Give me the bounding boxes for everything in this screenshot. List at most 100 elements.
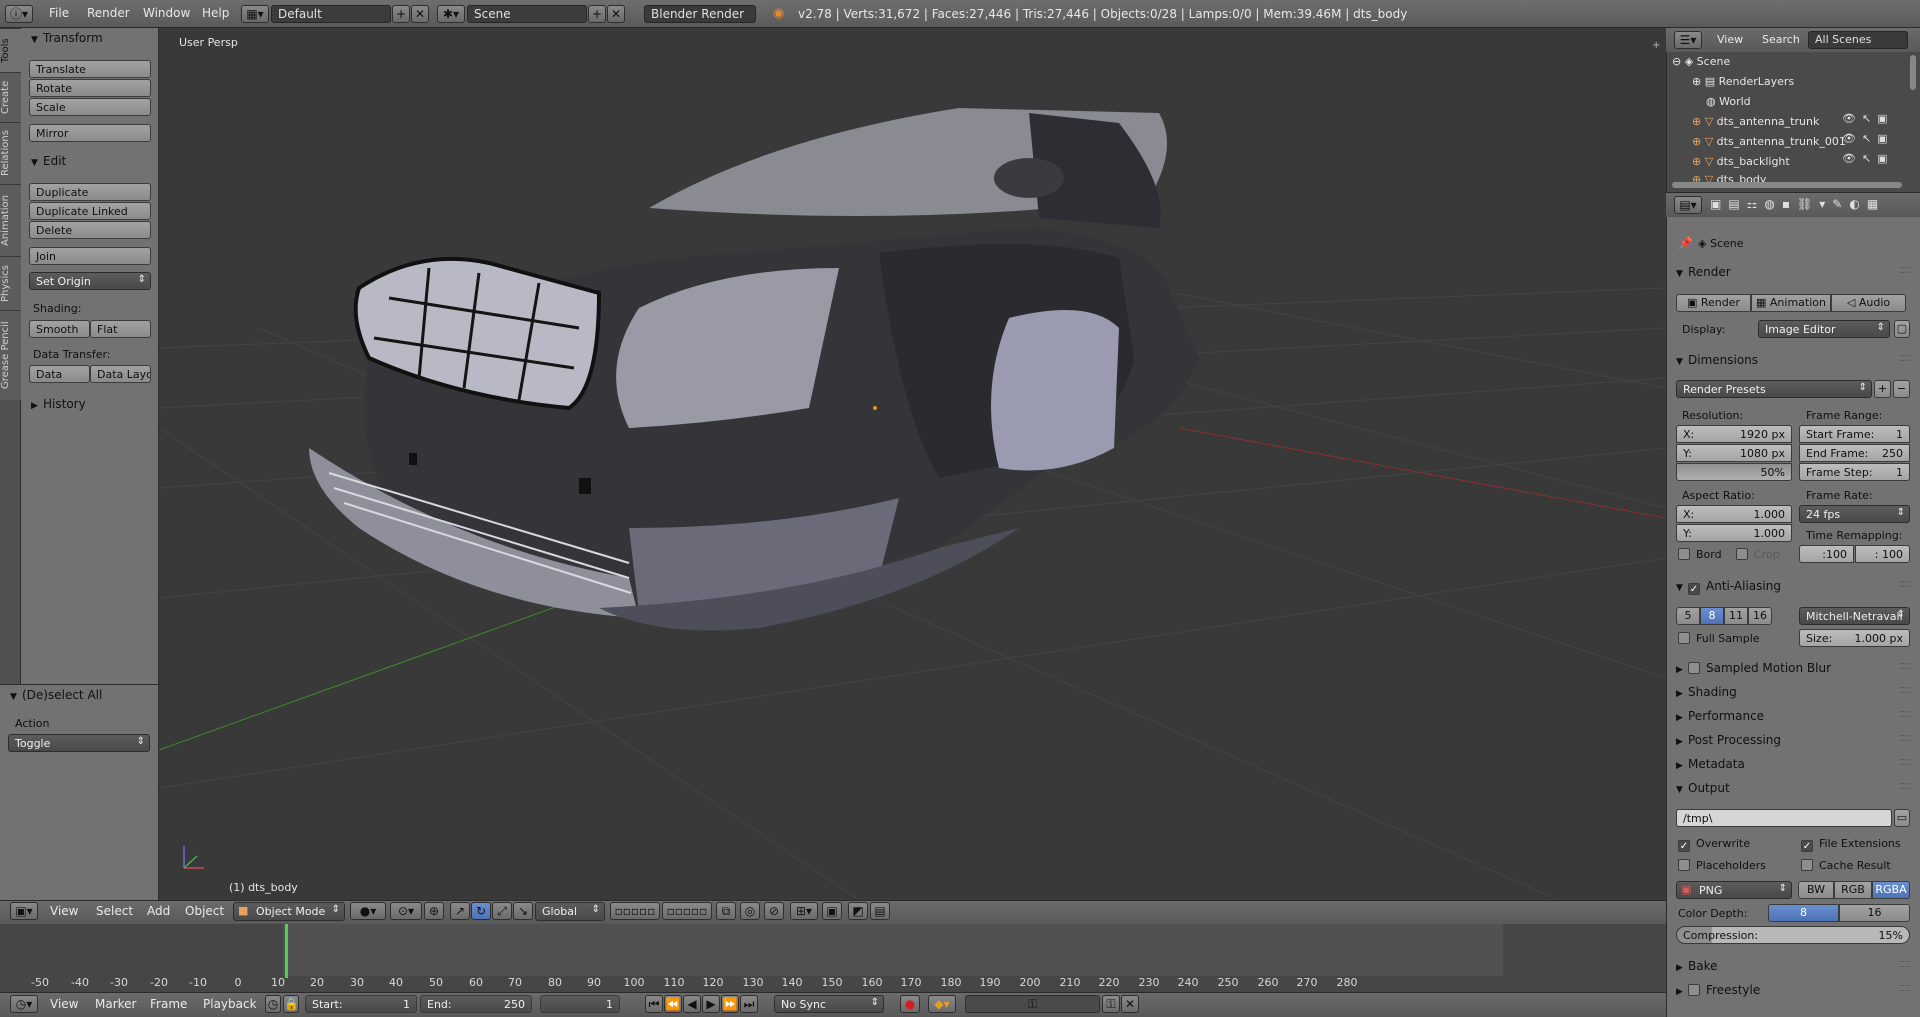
delete-keyframe-icon[interactable]: ✕ [1121,995,1139,1013]
jump-key-back-icon[interactable]: ⏪ [664,995,682,1013]
menu-window[interactable]: Window [143,6,190,20]
menu-add[interactable]: Add [147,904,170,918]
playhead[interactable] [285,924,288,978]
rotate-button[interactable]: Rotate [29,79,151,97]
menu-tl-view[interactable]: View [50,997,78,1011]
tab-physics[interactable]: Physics [0,256,21,310]
timeline-area[interactable]: -50 -40 -30 -20 -10 0 10 20 30 40 50 60 70 80 90 100 110… [0,924,1666,992]
visibility-eye-icon[interactable]: 👁↖▣ [1842,112,1894,125]
render-still-icon[interactable]: ◩ [848,902,868,920]
operator-panel-header[interactable]: ▼ (De)select All [0,685,159,705]
preview-range-icon[interactable]: ◷ [265,995,281,1013]
lock-range-icon[interactable]: 🔒 [283,995,299,1013]
keying-icon[interactable]: ◆▾ [928,995,956,1013]
manip-extra-icon[interactable]: ↘ [513,902,533,920]
snap-icon[interactable]: ⊘ [764,902,784,920]
menu-object[interactable]: Object [185,904,224,918]
scale-manip-icon[interactable]: ⤢ [492,902,512,920]
duplicate-button[interactable]: Duplicate [29,183,151,201]
visibility-eye-icon[interactable]: 👁↖▣ [1842,152,1894,165]
play-reverse-icon[interactable]: ◀ [683,995,701,1013]
menu-playback[interactable]: Playback [203,997,257,1011]
set-origin-dropdown[interactable]: Set Origin [29,272,151,290]
translate-button[interactable]: Translate [29,60,151,78]
join-button[interactable]: Join [29,247,151,265]
delete-button[interactable]: Delete [29,221,151,239]
outliner-row-world[interactable]: ◍ World [1706,92,1920,112]
menu-render[interactable]: Render [87,6,130,20]
add-scene-icon[interactable]: + [588,5,606,23]
region-toggle-icon[interactable]: + [1652,40,1660,51]
current-frame-field[interactable]: 1 [540,995,620,1013]
layout-grid-icon[interactable]: ▦▾ [241,5,269,23]
end-frame-field[interactable]: End: 250 [420,995,532,1013]
outliner-row-body[interactable]: ⊕ ▽ dts_body [1692,170,1920,182]
menu-file[interactable]: File [49,6,69,20]
scene-field[interactable]: Scene [467,5,587,23]
menu-frame[interactable]: Frame [150,997,187,1011]
data-button[interactable]: Data [29,365,90,383]
start-frame-field[interactable]: Start: 1 [305,995,417,1013]
visibility-eye-icon[interactable]: 👁↖▣ [1842,132,1894,145]
tab-animation[interactable]: Animation [0,184,21,256]
outliner-filter-dropdown[interactable]: All Scenes [1808,31,1908,49]
duplicate-linked-button[interactable]: Duplicate Linked [29,202,151,220]
jump-end-icon[interactable]: ⏭ [740,995,758,1013]
editor-type-3d-icon[interactable]: ▣▾ [10,902,38,920]
tab-create[interactable]: Create [0,72,21,122]
flat-button[interactable]: Flat [90,320,151,338]
menu-outliner-view[interactable]: View [1717,33,1743,46]
add-layout-icon[interactable]: + [392,5,410,23]
scene-icon[interactable]: ✱▾ [437,5,465,23]
tab-grease-pencil[interactable]: Grease Pencil [0,310,21,400]
data-layout-button[interactable]: Data Layo [90,365,151,383]
menu-view[interactable]: View [50,904,78,918]
action-dropdown[interactable]: Toggle [8,734,150,752]
scale-button[interactable]: Scale [29,98,151,116]
mode-dropdown[interactable]: Object Mode [233,902,345,921]
smooth-button[interactable]: Smooth [29,320,90,338]
jump-key-forward-icon[interactable]: ⏩ [721,995,739,1013]
outliner-row-renderlayers[interactable]: ⊕ ▤ RenderLayers [1692,72,1920,92]
play-icon[interactable]: ▶ [702,995,720,1013]
record-icon[interactable]: ● [900,995,920,1013]
mirror-button[interactable]: Mirror [29,124,151,142]
outliner-hscrollbar[interactable] [1672,182,1902,188]
manipulator-toggle-icon[interactable]: ⊕ [424,902,444,920]
edit-panel-header[interactable]: ▼ Edit [21,151,159,171]
editor-type-properties-icon[interactable]: ▤▾ [1674,196,1702,214]
3d-viewport[interactable]: User Persp (1) dts_body + [159,28,1666,900]
layers-b-icon[interactable]: ▫▫▫▫▫ [662,902,712,920]
tab-relations[interactable]: Relations [0,122,21,184]
render-engine-select[interactable]: Blender Render [644,5,756,23]
tab-tools[interactable]: Tools [0,28,21,72]
orientation-dropdown[interactable]: Global [535,902,605,921]
remove-scene-icon[interactable]: ✕ [607,5,625,23]
translate-manip-icon[interactable]: ↗ [450,902,470,920]
shading-mode-icon[interactable]: ●▾ [350,902,386,920]
history-panel-header[interactable]: ▶ History [21,394,159,414]
properties-context-tabs[interactable]: ▣▤⚏◍▪⛓▾✎◐▦ [1710,197,1885,211]
opengl-render-icon[interactable]: ▣ [822,902,842,920]
insert-keyframe-icon[interactable]: ⚿ [1102,995,1120,1013]
keying-set-field[interactable]: ⚿ [965,995,1100,1013]
outliner-scrollbar[interactable] [1910,55,1916,90]
editor-type-info-icon[interactable]: ⓘ▾ [5,5,33,23]
menu-select[interactable]: Select [96,904,133,918]
pivot-icon[interactable]: ⊙▾ [390,902,422,920]
menu-marker[interactable]: Marker [95,997,136,1011]
proportional-edit-icon[interactable]: ◎ [740,902,760,920]
sync-dropdown[interactable]: No Sync [774,995,884,1013]
outliner-row-scene[interactable]: ⊖ ◈ Scene [1672,52,1912,72]
jump-start-icon[interactable]: ⏮ [645,995,663,1013]
editor-type-timeline-icon[interactable]: ◷▾ [10,995,38,1013]
snap-element-icon[interactable]: ⊞▾ [790,902,818,920]
render-anim-icon[interactable]: ▤ [870,902,890,920]
rotate-manip-icon[interactable]: ↻ [471,902,491,920]
menu-help[interactable]: Help [202,6,229,20]
menu-outliner-search[interactable]: Search [1762,33,1800,46]
transform-panel-header[interactable]: ▼ Transform [21,28,159,48]
layout-field[interactable]: Default [271,5,391,23]
layers-a-icon[interactable]: ▫▫▫▫▫ [610,902,660,920]
pin-icon[interactable]: 📌 [1678,236,1693,250]
